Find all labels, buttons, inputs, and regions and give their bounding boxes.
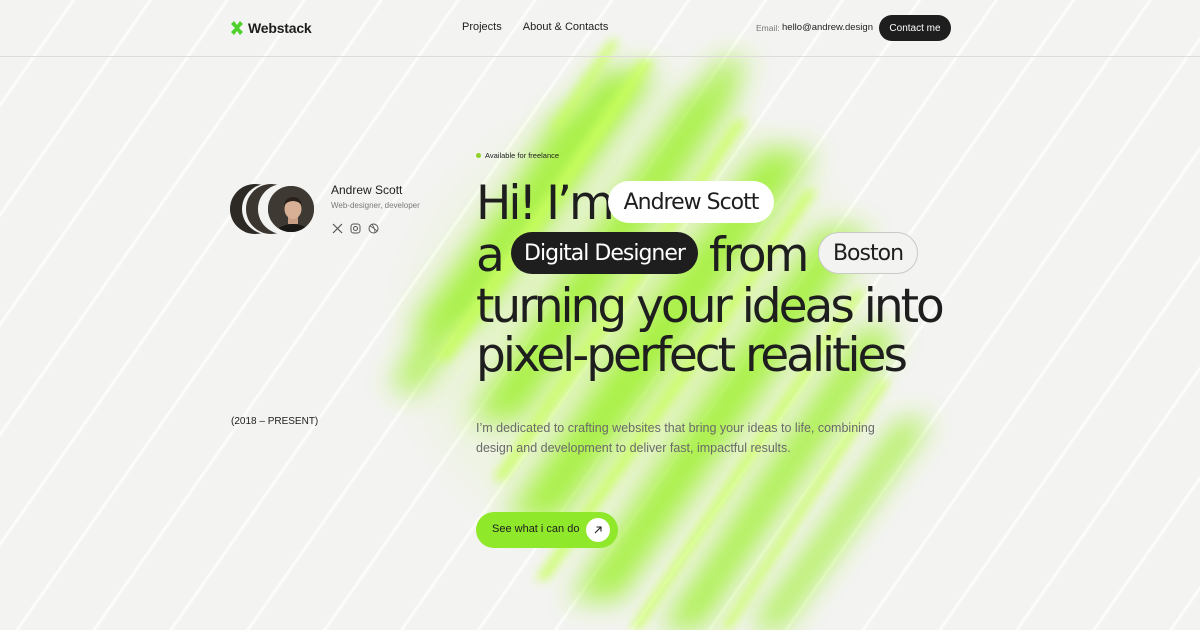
arrow-up-right-icon xyxy=(586,518,610,542)
top-header: Webstack Projects About & Contacts Email… xyxy=(0,0,1200,57)
brand-name: Webstack xyxy=(248,20,312,36)
main-nav: Projects About & Contacts xyxy=(462,21,608,33)
nav-projects[interactable]: Projects xyxy=(462,21,502,33)
availability-text: Available for freelance xyxy=(485,151,560,160)
name-pill: Andrew Scott xyxy=(608,181,774,223)
see-work-button[interactable]: See what i can do xyxy=(476,512,618,548)
contact-me-button[interactable]: Contact me xyxy=(879,15,951,41)
profile-name: Andrew Scott xyxy=(331,183,403,197)
x-icon[interactable] xyxy=(332,221,343,234)
instagram-icon[interactable] xyxy=(350,221,361,234)
logo-icon xyxy=(231,21,243,35)
city-pill: Boston xyxy=(818,232,918,274)
role-pill: Digital Designer xyxy=(511,232,698,274)
logo[interactable]: Webstack xyxy=(230,20,312,36)
avatar xyxy=(266,184,316,234)
hero-line-2-a: a xyxy=(476,228,505,283)
cta-label: See what i can do xyxy=(492,523,580,535)
email-link[interactable]: hello@andrew.design xyxy=(782,22,873,33)
hero-line-1: Hi! I’m xyxy=(476,176,615,231)
dribbble-icon[interactable] xyxy=(368,221,379,234)
nav-about-contacts[interactable]: About & Contacts xyxy=(523,21,609,33)
profile-role: Web-designer, developer xyxy=(331,201,420,210)
years-active: (2018 – PRESENT) xyxy=(231,416,319,427)
email-label: Email: xyxy=(756,23,780,33)
hero-line-4: pixel-perfect realities xyxy=(476,328,908,383)
social-links xyxy=(332,221,379,234)
status-dot-icon xyxy=(476,153,481,158)
hero-line-3: turning your ideas into xyxy=(476,279,945,334)
hero-line-2-from: from xyxy=(709,228,809,283)
availability-badge: Available for freelance xyxy=(476,151,559,160)
hero-description: I’m dedicated to crafting websites that … xyxy=(476,421,875,455)
